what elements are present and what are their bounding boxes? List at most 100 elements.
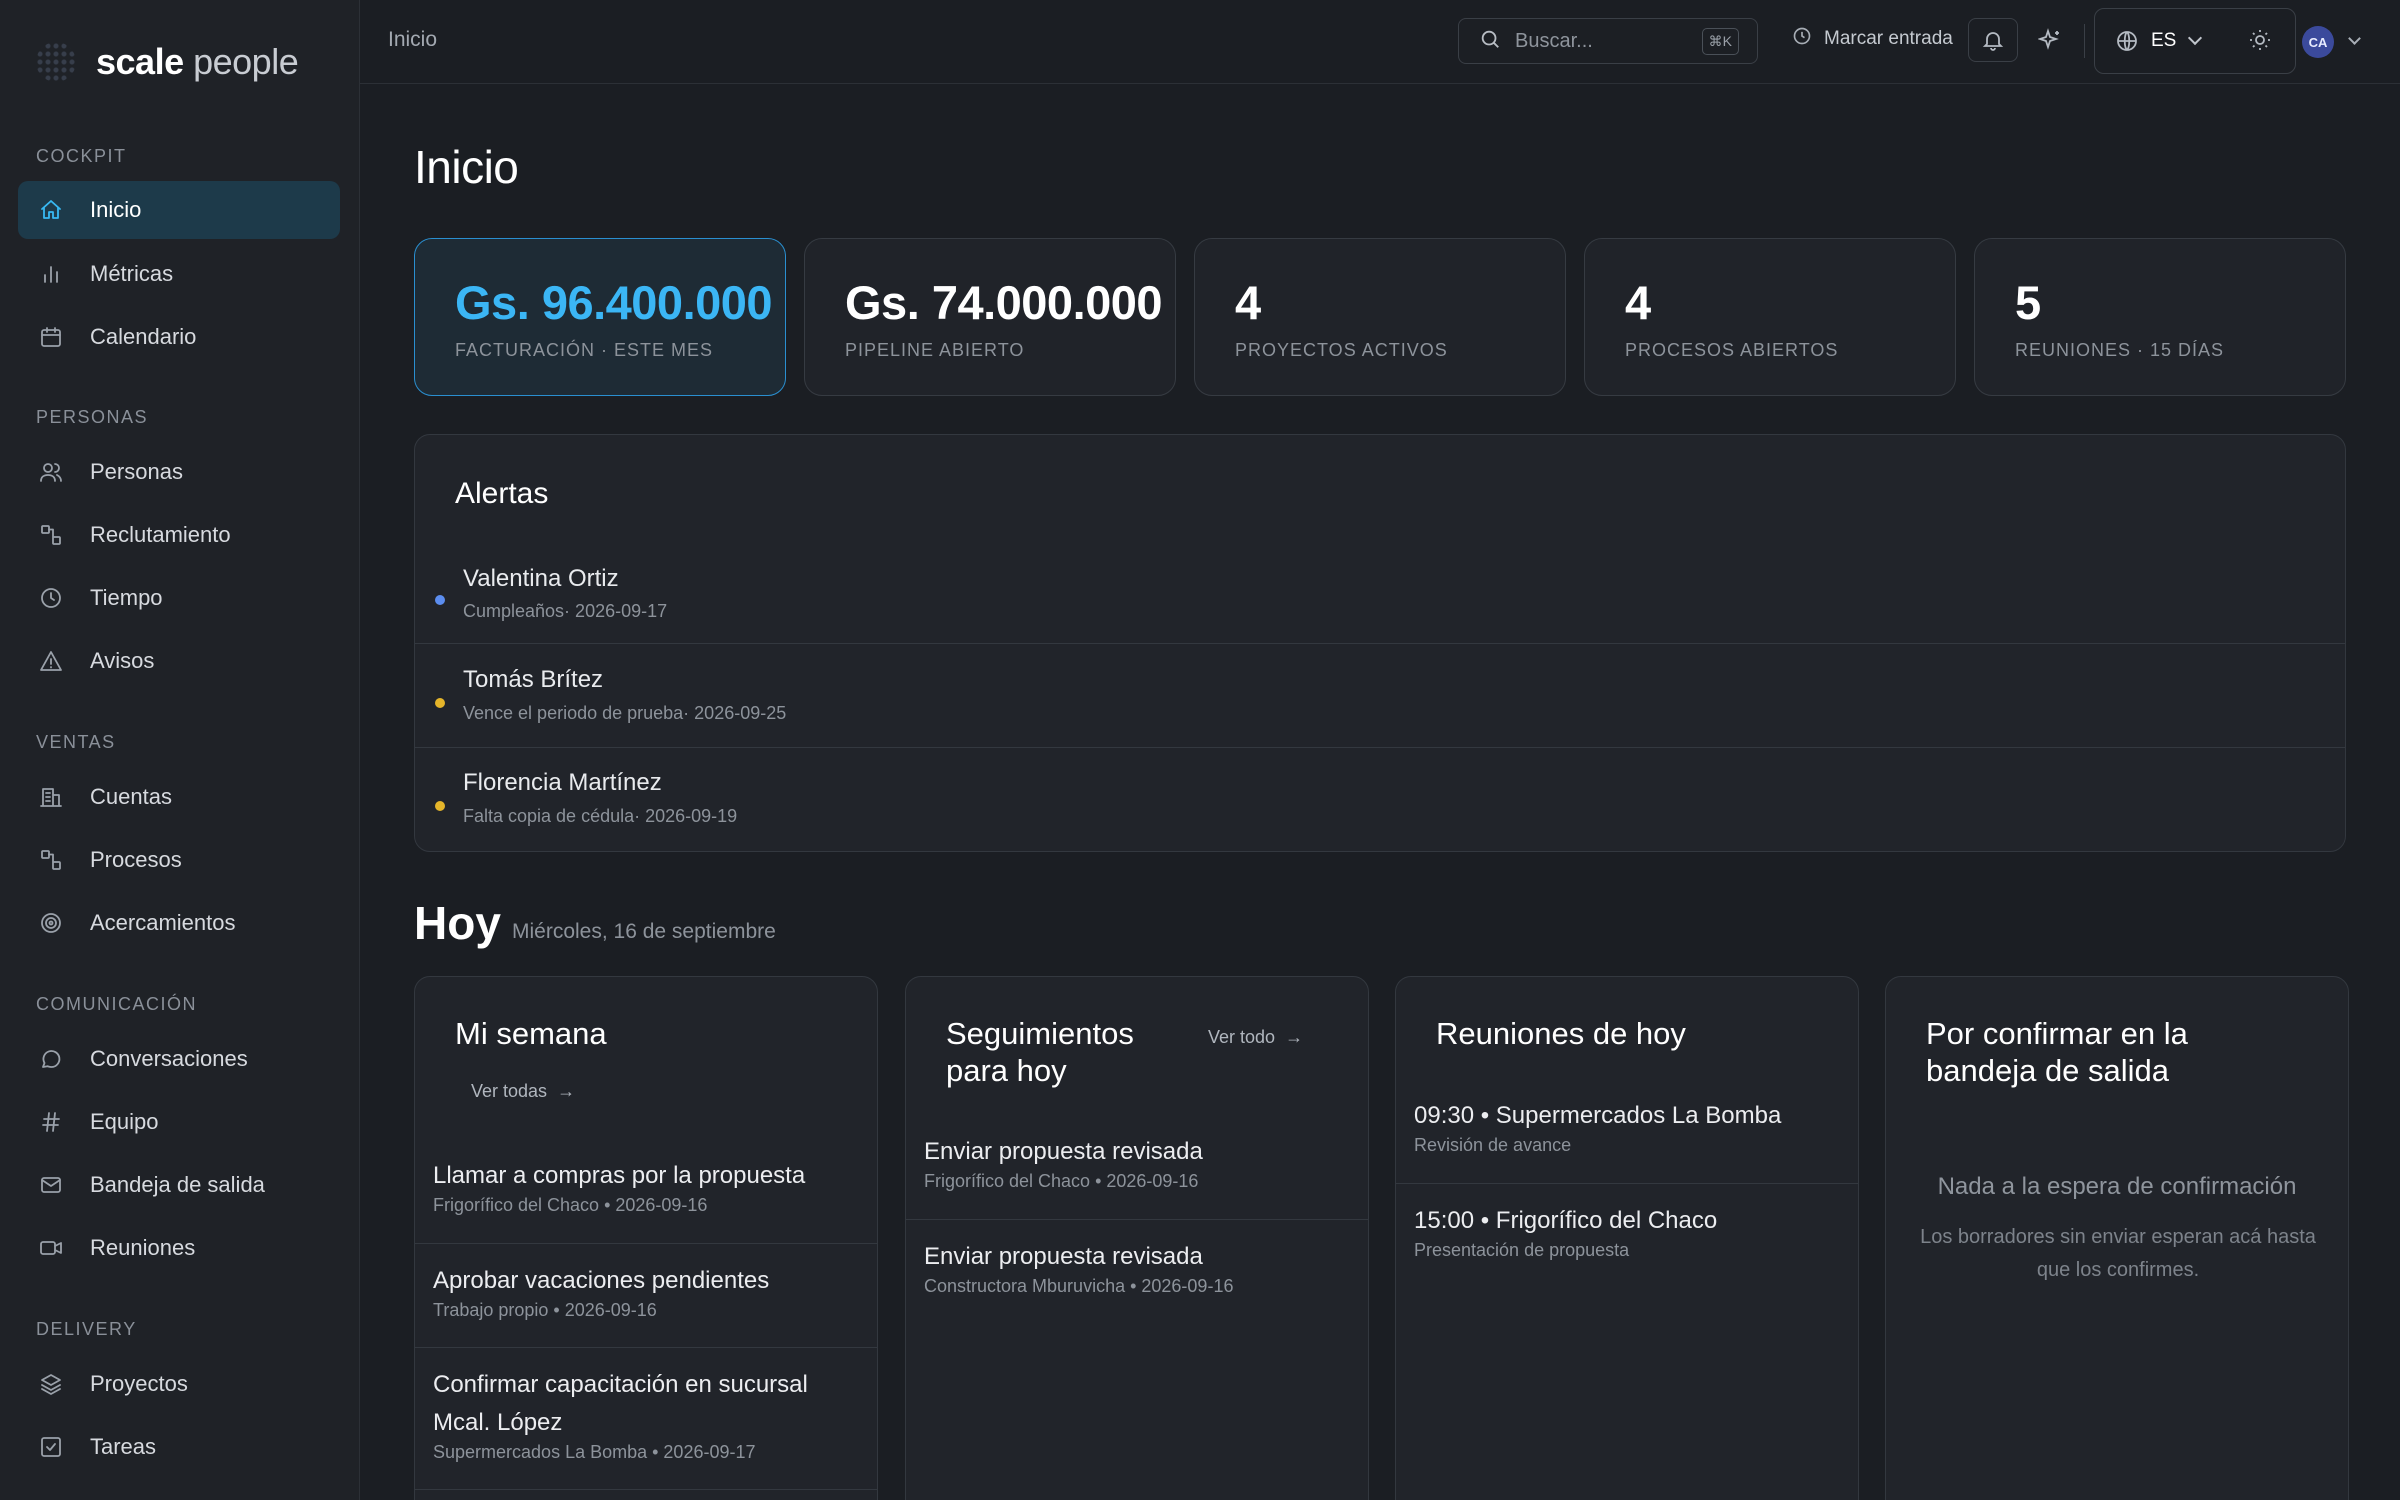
sidebar-item-reclutamiento[interactable]: Reclutamiento [18, 506, 340, 564]
calendar-icon [38, 324, 64, 350]
workflow-icon [38, 522, 64, 548]
building-icon [38, 784, 64, 810]
clock-in-button[interactable]: Marcar entrada [1792, 26, 1953, 52]
hash-icon [38, 1109, 64, 1135]
list-item[interactable]: Confirmar capacitación en sucursal Mcal.… [415, 1347, 877, 1489]
alert-name: Valentina Ortiz [463, 565, 619, 592]
search-placeholder: Buscar... [1515, 29, 1593, 52]
alerts-panel: Alertas Valentina Ortiz Cumpleaños· 2026… [414, 434, 2346, 852]
alert-detail: Falta copia de cédula· 2026-09-19 [463, 806, 738, 826]
chevron-down-icon[interactable] [2348, 32, 2361, 45]
sidebar-item-bandeja-de-salida[interactable]: Bandeja de salida [18, 1156, 340, 1214]
kpi-card-processes[interactable]: 4 PROCESOS ABIERTOS [1584, 238, 1956, 396]
alert-detail: Vence el periodo de prueba· 2026-09-25 [463, 703, 787, 723]
see-all-link[interactable]: Ver todo → [1208, 1027, 1303, 1048]
mail-icon [38, 1172, 64, 1198]
kpi-card-projects[interactable]: 4 PROYECTOS ACTIVOS [1194, 238, 1566, 396]
clock-icon [1792, 26, 1824, 52]
sidebar-item-conversaciones[interactable]: Conversaciones [18, 1030, 340, 1088]
alert-dot [435, 801, 445, 811]
sidebar-item-tiempo[interactable]: Tiempo [18, 569, 340, 627]
nav-section-label: DELIVERY [36, 1319, 137, 1339]
nav-section-label: COMUNICACIÓN [36, 994, 197, 1014]
avatar[interactable]: CA [2302, 26, 2334, 58]
alert-dot [435, 595, 445, 605]
sidebar-item-cuentas[interactable]: Cuentas [18, 768, 340, 826]
sidebar-item-reuniones[interactable]: Reuniones [18, 1219, 340, 1277]
breadcrumb: Inicio [388, 28, 438, 51]
search-shortcut: ⌘K [1701, 28, 1739, 55]
sidebar-item-equipo[interactable]: Equipo [18, 1093, 340, 1151]
notifications-button[interactable] [1968, 18, 2018, 62]
logo-mark-icon [36, 42, 76, 82]
sidebar-item-proyectos[interactable]: Proyectos [18, 1355, 340, 1413]
sidebar-item-metricas[interactable]: Métricas [18, 245, 340, 303]
item-subtitle: Revisión de avance [1414, 1135, 1572, 1155]
item-subtitle: Trabajo propio • 2026-09-16 [433, 1300, 657, 1320]
link-label: Ver todo [1208, 1027, 1276, 1047]
outbox-card: Por confirmar en la bandeja de salida Na… [1885, 976, 2349, 1500]
sidebar-item-personas[interactable]: Personas [18, 443, 340, 501]
sidebar-item-label: Cuentas [90, 784, 172, 809]
logo[interactable]: scale people [36, 38, 299, 86]
see-all-link[interactable]: Ver todas → [471, 1081, 575, 1102]
kpi-value: Gs. 96.400.000 [455, 276, 773, 329]
language-code: ES [2151, 30, 2177, 51]
item-title: Llamar a compras por la propuesta [433, 1162, 806, 1189]
card-title: Reuniones de hoy [1436, 1016, 1686, 1051]
nav-section-label: PERSONAS [36, 407, 149, 427]
globe-icon [2115, 29, 2139, 53]
chevron-down-icon [2188, 30, 2203, 46]
empty-state-text: Los borradores sin enviar esperan acá ha… [1920, 1226, 2316, 1281]
layers-icon [38, 1371, 64, 1397]
kpi-label: FACTURACIÓN · ESTE MES [455, 340, 714, 360]
link-label: Ver todas [471, 1081, 548, 1101]
item-subtitle: Constructora Mburuvicha • 2026-09-16 [924, 1276, 1234, 1296]
sidebar-item-label: Conversaciones [90, 1046, 248, 1071]
search-input[interactable]: Buscar... ⌘K [1458, 18, 1758, 64]
kpi-label: PROYECTOS ACTIVOS [1235, 340, 1448, 360]
alert-name: Tomás Brítez [463, 666, 604, 693]
divider [2084, 24, 2085, 58]
ai-assistant-button[interactable] [2037, 28, 2062, 57]
item-title: Confirmar capacitación en sucursal Mcal.… [433, 1371, 808, 1436]
item-subtitle: Supermercados La Bomba • 2026-09-17 [433, 1442, 756, 1462]
alert-dot [435, 698, 445, 708]
list-item[interactable]: 15:00 • Frigorífico del Chaco Presentaci… [1396, 1183, 1858, 1287]
target-icon [38, 910, 64, 936]
home-icon [38, 197, 64, 223]
alert-item[interactable]: Florencia Martínez Falta copia de cédula… [415, 747, 2345, 851]
sidebar-item-calendario[interactable]: Calendario [18, 308, 340, 366]
sidebar-item-label: Procesos [90, 847, 182, 872]
alert-item[interactable]: Valentina Ortiz Cumpleaños· 2026-09-17 [415, 539, 2345, 643]
sidebar-item-label: Proyectos [90, 1371, 188, 1396]
sidebar-item-procesos[interactable]: Procesos [18, 831, 340, 889]
kpi-card-meetings[interactable]: 5 REUNIONES · 15 DÍAS [1974, 238, 2346, 396]
arrow-right-icon: → [1285, 1027, 1304, 1047]
sidebar-item-tareas[interactable]: Tareas [18, 1418, 340, 1476]
sidebar-item-label: Equipo [90, 1109, 159, 1134]
theme-toggle[interactable] [2248, 28, 2272, 57]
sidebar-item-label: Personas [90, 459, 183, 484]
sidebar-item-avisos[interactable]: Avisos [18, 632, 340, 690]
sidebar-item-inicio[interactable]: Inicio [18, 181, 340, 239]
search-icon [1479, 28, 1501, 55]
my-week-card: Mi semana Ver todas → Llamar a compras po… [414, 976, 878, 1500]
bar-chart-icon [38, 261, 64, 287]
topbar: Inicio Buscar... ⌘K Marcar entrada ES CA [360, 0, 2400, 84]
list-item[interactable]: Aprobar vacaciones pendientes Trabajo pr… [415, 1243, 877, 1347]
item-title: Enviar propuesta revisada [924, 1243, 1203, 1270]
sidebar-item-acercamientos[interactable]: Acercamientos [18, 894, 340, 952]
alert-item[interactable]: Tomás Brítez Vence el periodo de prueba·… [415, 643, 2345, 747]
nav-section-label: VENTAS [36, 732, 116, 752]
kpi-value: 5 [2015, 276, 2041, 329]
list-item[interactable] [415, 1489, 877, 1500]
sidebar-item-label: Reclutamiento [90, 522, 231, 547]
kpi-card-billing[interactable]: Gs. 96.400.000 FACTURACIÓN · ESTE MES [414, 238, 786, 396]
kpi-card-pipeline[interactable]: Gs. 74.000.000 PIPELINE ABIERTO [804, 238, 1176, 396]
item-title: 15:00 • Frigorífico del Chaco [1414, 1207, 1718, 1234]
list-item[interactable]: Enviar propuesta revisada Constructora M… [906, 1219, 1368, 1323]
empty-state-title: Nada a la espera de confirmación [1937, 1173, 2297, 1200]
clock-in-label: Marcar entrada [1824, 28, 1953, 49]
sidebar-item-label: Métricas [90, 261, 174, 286]
